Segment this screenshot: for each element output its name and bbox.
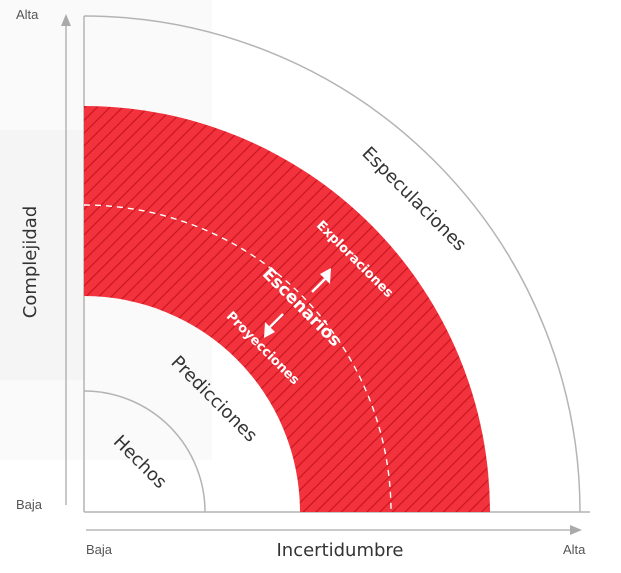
x-axis-arrow-icon xyxy=(570,525,582,535)
x-axis-title: Incertidumbre xyxy=(276,540,403,561)
x-low-label: Baja xyxy=(86,542,113,557)
background-panel-inner xyxy=(0,130,85,380)
uncertainty-complexity-diagram: Alta Baja Baja Alta Complejidad Incertid… xyxy=(0,0,590,561)
y-high-label: Alta xyxy=(16,7,39,22)
y-low-label: Baja xyxy=(16,497,43,512)
y-axis-title: Complejidad xyxy=(20,206,41,319)
x-high-label: Alta xyxy=(563,542,586,557)
